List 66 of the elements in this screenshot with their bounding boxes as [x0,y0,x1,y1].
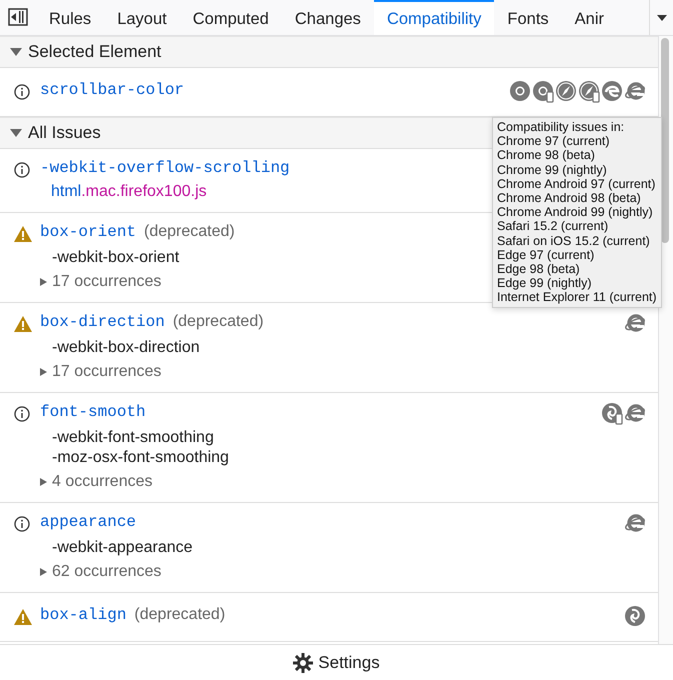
caret-icon [656,14,666,20]
property-name: font-smooth [40,402,146,422]
source-link[interactable]: html.mac.firefox100.js [40,182,290,202]
browser-version: Chrome 97 (current) [497,134,611,148]
compass-mobile-icon [578,80,600,104]
twisty-icon[interactable] [10,47,22,57]
panel-icon [8,8,28,26]
browser-version: Internet Explorer 11 (current) [497,290,657,305]
deprecated-note: (deprecated) [172,312,264,332]
browser-version: Chrome Android 97 (current) [497,176,656,192]
alias-property: -webkit-font-smoothing [51,428,215,448]
alias-property: -moz-osx-font-smoothing [51,448,229,468]
property-name: appearance [40,512,136,532]
warning-icon [14,608,32,625]
tab[interactable]: Changes [282,0,374,35]
occurrences-toggle[interactable]: 17 occurrences [52,362,162,382]
info-icon [14,406,30,422]
swirl-icon [601,80,623,104]
twisty-icon[interactable] [10,128,22,138]
alias-property: -webkit-box-orient [51,248,180,268]
info-icon [14,516,30,532]
browser-version: Chrome Android 99 (nightly) [497,205,654,220]
alias-property: -webkit-box-direction [51,338,201,358]
deprecated-note: (deprecated) [134,605,226,625]
warning-icon [14,316,32,332]
warning-icon [14,226,32,242]
browser-version: Chrome Android 98 (beta) [497,191,642,206]
compass-icon [555,80,577,104]
browser-version: Chrome 98 (beta) [497,148,596,163]
chrome-mobile-icon [532,80,554,104]
tab[interactable]: Fonts [494,0,562,35]
expand-icon[interactable] [40,477,48,487]
expand-icon[interactable] [40,277,48,287]
browser-version: Safari on iOS 15.2 (current) [497,234,651,248]
expand-icon[interactable] [40,367,48,377]
tooltip-title: Compatibility issues in: [497,120,626,134]
browser-version: Edge 99 (nightly) [497,276,593,290]
info-icon [14,162,30,178]
expand-icon[interactable] [40,567,48,577]
browser-version: Safari 15.2 (current) [497,219,610,234]
section-title: Selected Element [28,42,162,62]
tab[interactable]: Layout [104,0,180,35]
tab[interactable]: Anir [562,0,618,35]
info-icon [14,84,30,100]
property-name: -webkit-overflow-scrolling [40,158,290,178]
alias-property: -webkit-appearance [51,538,193,558]
property-name: box-align [40,605,126,625]
chrome-icon [509,80,531,104]
browser-version: Chrome 99 (nightly) [497,162,608,177]
tab[interactable]: Rules [36,0,104,35]
tab[interactable]: Compatibility [374,0,494,35]
browser-version: Edge 97 (current) [497,248,596,262]
property-name: box-direction [40,312,165,332]
section-title: All Issues [28,123,101,143]
tab[interactable]: Computed [180,0,282,35]
occurrences-toggle[interactable]: 17 occurrences [52,272,162,292]
deprecated-note: (deprecated) [144,222,235,242]
fox-icon [624,605,646,629]
browser-version: Edge 98 (beta) [497,262,581,276]
property-name: scrollbar-color [40,80,184,100]
settings-button[interactable]: Settings [287,652,386,674]
occurrences-toggle[interactable]: 4 occurrences [52,472,152,492]
fox-mobile-icon [601,402,623,426]
occurrences-toggle[interactable]: 62 occurrences [52,562,162,582]
property-name: box-orient [40,222,136,242]
scrollbar-thumb[interactable] [661,38,669,243]
